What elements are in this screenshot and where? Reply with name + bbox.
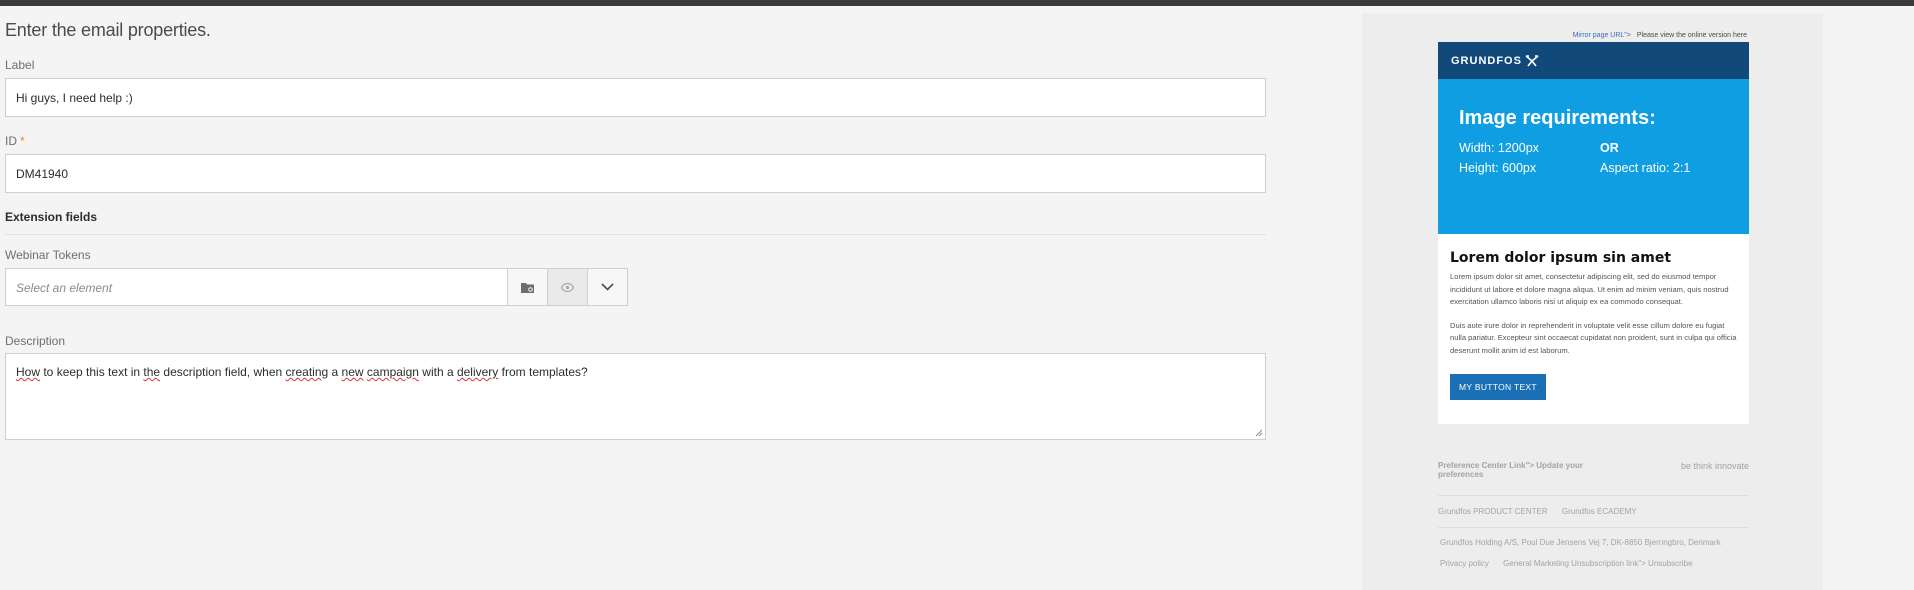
company-address: Grundfos Holding A/S, Poul Due Jensens V… xyxy=(1440,538,1721,547)
top-bar xyxy=(0,0,1914,6)
text-run: a xyxy=(328,365,342,379)
dropdown-toggle-button[interactable] xyxy=(588,268,628,306)
text-run: from templates? xyxy=(498,365,588,379)
content-title: Lorem dolor ipsum sin amet xyxy=(1450,250,1672,266)
webinar-tokens-input[interactable]: Select an element xyxy=(5,268,508,306)
extension-fields-title: Extension fields xyxy=(5,210,98,224)
mirror-page-link[interactable]: Mirror page URL"> xyxy=(1573,32,1631,39)
or-text: OR xyxy=(1600,141,1619,155)
webinar-tokens-caption: Webinar Tokens xyxy=(5,248,91,262)
text-run: with a xyxy=(418,365,457,379)
text-run: description field, when xyxy=(160,365,286,379)
spell-word: the xyxy=(143,365,161,379)
footer-divider xyxy=(1438,495,1749,496)
page-title: Enter the email properties. xyxy=(5,20,211,40)
section-divider xyxy=(5,234,1266,235)
online-version-text: Please view the online version here xyxy=(1636,32,1747,39)
folder-browse-button[interactable] xyxy=(508,268,548,306)
required-marker: * xyxy=(20,134,25,148)
product-center-link[interactable]: Grundfos PRODUCT CENTER xyxy=(1438,507,1548,516)
text-run: to keep this text in xyxy=(40,365,144,379)
spell-word: delivery xyxy=(456,365,499,379)
spell-word: campaign xyxy=(366,365,419,379)
privacy-policy-link[interactable]: Privacy policy xyxy=(1440,559,1489,568)
id-caption: ID * xyxy=(5,134,25,148)
email-preview-panel: Mirror page URL"> Please view the online … xyxy=(1362,13,1823,590)
email-body: Lorem dolor ipsum sin amet Lorem ipsum d… xyxy=(1438,234,1749,424)
width-requirement: Width: 1200px xyxy=(1459,141,1539,155)
description-textarea[interactable]: How to keep this text in the description… xyxy=(5,353,1266,440)
content-paragraph-1: Lorem ipsum dolor sit amet, consectetur … xyxy=(1450,272,1729,306)
spell-word: creating xyxy=(285,365,329,379)
footer-divider xyxy=(1438,527,1749,528)
height-requirement: Height: 600px xyxy=(1459,161,1537,175)
grundfos-logo-icon xyxy=(1525,54,1539,66)
label-field[interactable]: Hi guys, I need help :) xyxy=(5,78,1266,117)
eye-icon xyxy=(561,282,574,292)
webinar-tokens-picker: Select an element xyxy=(5,268,628,306)
description-caption: Description xyxy=(5,334,66,348)
hero-title: Image requirements: xyxy=(1459,107,1656,129)
id-caption-text: ID xyxy=(5,134,17,148)
folder-icon xyxy=(521,282,534,293)
brand-bar: GRUNDFOS xyxy=(1438,42,1749,79)
email-card: GRUNDFOS Image requirements: Width: 1200… xyxy=(1438,42,1749,424)
hero-banner: Image requirements: Width: 1200px OR Hei… xyxy=(1438,79,1749,234)
footer-legal-links: Privacy policy General Marketing Unsubsc… xyxy=(1438,559,1749,568)
aspect-ratio-requirement: Aspect ratio: 2:1 xyxy=(1600,161,1691,175)
slogan: be think innovate xyxy=(1680,461,1749,471)
email-cta-button[interactable]: MY BUTTON TEXT xyxy=(1450,374,1546,400)
content-paragraph-2: Duis aute irure dolor in reprehenderit i… xyxy=(1450,320,1737,355)
footer-links: Grundfos PRODUCT CENTER Grundfos ECADEMY xyxy=(1438,507,1749,516)
spell-word: new xyxy=(341,365,364,379)
resize-grip-icon[interactable] xyxy=(1255,429,1263,437)
chevron-down-icon xyxy=(601,283,614,291)
footer-preferences: Preference Center Link"> Update your pre… xyxy=(1438,461,1749,479)
preview-header-links: Mirror page URL"> Please view the online … xyxy=(1573,32,1747,39)
preference-center-link[interactable]: Preference Center Link"> Update your pre… xyxy=(1438,461,1618,479)
academy-link[interactable]: Grundfos ECADEMY xyxy=(1562,507,1637,516)
spell-word: How xyxy=(16,365,41,379)
preview-token-button[interactable] xyxy=(548,268,588,306)
id-field[interactable]: DM41940 xyxy=(5,154,1266,193)
brand-logo: GRUNDFOS xyxy=(1451,54,1522,67)
unsubscribe-link[interactable]: General Marketing Unsubscription link"> … xyxy=(1503,559,1692,568)
label-caption: Label xyxy=(5,58,35,72)
